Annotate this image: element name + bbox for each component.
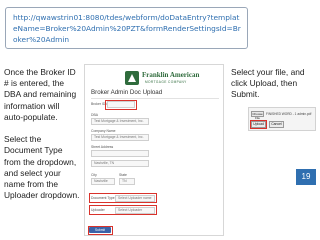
- field-label-street: Street Address: [91, 145, 114, 149]
- field-label-dba: DBA: [91, 113, 98, 117]
- submit-highlight: [87, 225, 113, 235]
- url-link[interactable]: http://qwawstrin01:8080/tdes/webform/doD…: [13, 12, 241, 45]
- right-instructions: Select your file, and click Upload, then…: [231, 67, 305, 100]
- choose-file-button[interactable]: Choose File: [251, 111, 264, 120]
- form-screenshot: Franklin American MORTGAGE COMPANY Broke…: [84, 64, 224, 236]
- cancel-button[interactable]: Cancel: [269, 121, 284, 128]
- street-address-field[interactable]: [91, 150, 149, 157]
- dba-field[interactable]: Test Mortgage & Investment, Inc.: [91, 118, 149, 125]
- city-field[interactable]: Nashville: [91, 178, 115, 185]
- logo-name: Franklin American: [142, 71, 200, 79]
- slide-number-badge: 19: [296, 169, 316, 185]
- slide: http://qwawstrin01:8080/tdes/webform/doD…: [0, 0, 320, 240]
- field-label-state: State: [119, 173, 127, 177]
- upload-dialog-screenshot: Choose File FINISHED WORD - 1 admin.pdf …: [248, 107, 316, 131]
- logo-icon: [125, 71, 139, 85]
- logo-subtitle: MORTGAGE COMPANY: [145, 80, 187, 84]
- form-title: Broker Admin Doc Upload: [91, 88, 219, 99]
- company-name-field[interactable]: Test Mortgage & Investment, Inc.: [91, 134, 149, 141]
- broker-id-highlight: [105, 99, 137, 110]
- document-type-highlight: [89, 193, 157, 203]
- state-field[interactable]: TN: [119, 178, 135, 185]
- uploader-highlight: [89, 205, 157, 215]
- field-label-city: City: [91, 173, 97, 177]
- address-line-2-field[interactable]: Nashville, TN: [91, 160, 149, 167]
- url-box: http://qwawstrin01:8080/tdes/webform/doD…: [5, 7, 248, 49]
- field-label-company: Company Name: [91, 129, 116, 133]
- left-instructions: Once the Broker ID # is entered, the DBA…: [4, 67, 80, 201]
- company-logo: Franklin American MORTGAGE COMPANY: [125, 70, 221, 86]
- upload-highlight: [250, 120, 267, 129]
- selected-file-name: FINISHED WORD - 1 admin.pdf: [266, 112, 312, 116]
